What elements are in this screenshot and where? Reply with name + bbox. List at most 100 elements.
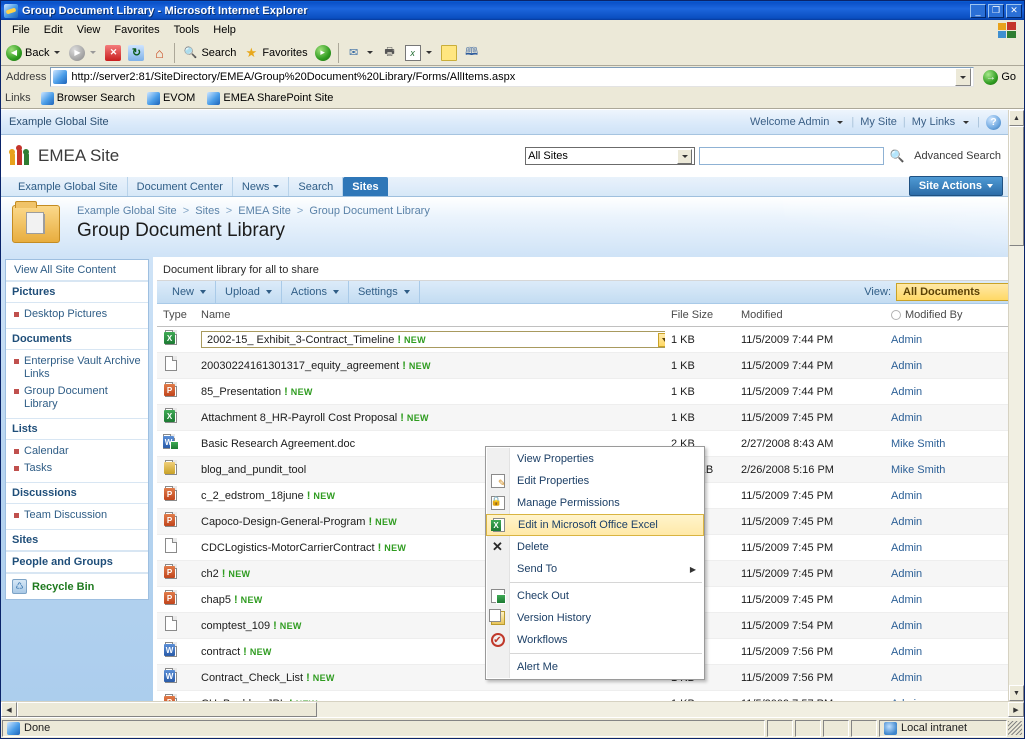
table-row[interactable]: P 85_Presentation! NEW 1 KB 11/5/2009 7:44 P… — [157, 378, 1008, 405]
user-link[interactable]: Admin — [891, 672, 922, 684]
welcome-caret-icon[interactable] — [837, 120, 844, 124]
cell-modified-by[interactable]: Admin — [885, 482, 1008, 509]
menu-item-send-to[interactable]: Send To ▶ — [486, 558, 704, 580]
column-header-file-size[interactable]: File Size — [665, 304, 735, 327]
breadcrumb-item[interactable]: Sites — [195, 205, 219, 217]
forward-history-caret-icon[interactable] — [90, 51, 97, 54]
cell-name[interactable]: 2002-15_ Exhibit_3-Contract_Timeline! NEW — [195, 326, 665, 353]
search-scope-select[interactable]: All Sites — [525, 147, 696, 165]
my-site-link[interactable]: My Site — [860, 116, 897, 128]
help-icon[interactable] — [986, 114, 1001, 130]
user-link[interactable]: Admin — [891, 334, 922, 346]
menu-item-edit-in-microsoft-office-excel[interactable]: X Edit in Microsoft Office Excel — [486, 514, 704, 536]
print-button[interactable] — [379, 42, 401, 64]
maximize-button[interactable]: ❐ — [988, 3, 1004, 18]
file-name-link[interactable]: ch2 — [201, 568, 219, 580]
user-link[interactable]: Admin — [891, 646, 922, 658]
cell-name[interactable]: Attachment 8_HR-Payroll Cost Proposal! NE… — [195, 404, 665, 431]
ql-heading-sites[interactable]: Sites — [6, 529, 148, 551]
chevron-down-icon[interactable] — [677, 148, 693, 164]
table-row[interactable]: 20030224161301317_equity_agreement! NEW 1 … — [157, 352, 1008, 379]
menu-favorites[interactable]: Favorites — [107, 22, 166, 38]
resize-grip[interactable] — [1008, 721, 1022, 735]
site-actions-button[interactable]: Site Actions — [908, 176, 1003, 196]
sidebar-item-team-discussion[interactable]: Team Discussion — [6, 507, 148, 524]
stop-button[interactable] — [102, 42, 124, 64]
cell-modified-by[interactable]: Admin — [885, 404, 1008, 431]
sidebar-item-desktop-pictures[interactable]: Desktop Pictures — [6, 306, 148, 323]
cell-modified-by[interactable]: Mike Smith — [885, 456, 1008, 483]
link-emea-sharepoint-site[interactable]: EMEA SharePoint Site — [203, 91, 337, 105]
cell-modified-by[interactable]: Admin — [885, 352, 1008, 379]
ql-heading-people-and-groups[interactable]: People and Groups — [6, 551, 148, 573]
cell-modified-by[interactable]: Admin — [885, 664, 1008, 691]
horizontal-scroll-track[interactable] — [17, 702, 1008, 717]
cell-modified-by[interactable]: Admin — [885, 508, 1008, 535]
refresh-button[interactable] — [125, 42, 147, 64]
breadcrumb-item[interactable]: Example Global Site — [77, 205, 177, 217]
cell-name[interactable]: 20030224161301317_equity_agreement! NEW — [195, 352, 665, 379]
sidebar-item-calendar[interactable]: Calendar — [6, 443, 148, 460]
forward-button[interactable] — [66, 42, 101, 64]
tab-example-global-site[interactable]: Example Global Site — [9, 177, 128, 196]
item-dropdown-button[interactable] — [658, 332, 665, 347]
notes-button[interactable] — [438, 42, 460, 64]
link-browser-search[interactable]: Browser Search — [37, 91, 139, 105]
cell-name[interactable]: CU_Boulder_JPL!NEW — [195, 690, 665, 702]
media-button[interactable] — [312, 42, 334, 64]
user-link[interactable]: Admin — [891, 620, 922, 632]
cell-modified-by[interactable]: Admin — [885, 690, 1008, 702]
user-link[interactable]: Admin — [891, 698, 922, 702]
horizontal-scroll-thumb[interactable] — [17, 702, 317, 717]
file-name-link[interactable]: CU_Boulder_JPL — [201, 698, 286, 702]
favorites-button[interactable]: Favorites — [240, 42, 310, 64]
column-header-modified-by[interactable]: Modified By — [885, 304, 1008, 327]
file-name-link[interactable]: contract — [201, 646, 240, 658]
sidebar-item-tasks[interactable]: Tasks — [6, 460, 148, 477]
file-name-link[interactable]: comptest_109 — [201, 620, 270, 632]
ql-heading-documents[interactable]: Documents — [6, 328, 148, 350]
site-title[interactable]: EMEA Site — [38, 146, 119, 166]
ql-heading-pictures[interactable]: Pictures — [6, 281, 148, 303]
file-name-link[interactable]: CDCLogistics-MotorCarrierContract — [201, 542, 375, 554]
welcome-menu[interactable]: Welcome Admin — [750, 116, 829, 128]
minimize-button[interactable]: _ — [970, 3, 986, 18]
user-link[interactable]: Admin — [891, 360, 922, 372]
ql-heading-discussions[interactable]: Discussions — [6, 482, 148, 504]
file-name-link[interactable]: Attachment 8_HR-Payroll Cost Proposal — [201, 412, 397, 424]
breadcrumb-item[interactable]: EMEA Site — [238, 205, 291, 217]
my-links-menu[interactable]: My Links — [912, 116, 955, 128]
user-link[interactable]: Mike Smith — [891, 464, 945, 476]
user-link[interactable]: Admin — [891, 490, 922, 502]
mail-caret-icon[interactable] — [366, 51, 373, 54]
mail-button[interactable] — [343, 42, 378, 64]
table-row[interactable]: X Attachment 8_HR-Payroll Cost Proposal! N… — [157, 404, 1008, 431]
file-name-link[interactable]: Capoco-Design-General-Program — [201, 516, 365, 528]
page-horizontal-scrollbar[interactable]: ◀ ▶ — [1, 701, 1024, 717]
tab-document-center[interactable]: Document Center — [128, 177, 233, 196]
menu-item-delete[interactable]: ✕ Delete — [486, 536, 704, 558]
search-input[interactable] — [699, 147, 885, 165]
file-name-link[interactable]: chap5 — [201, 594, 231, 606]
menu-file[interactable]: File — [5, 22, 37, 38]
menu-item-alert-me[interactable]: Alert Me — [486, 656, 704, 678]
view-all-site-content-link[interactable]: View All Site Content — [6, 260, 148, 281]
selected-item-box[interactable]: 2002-15_ Exhibit_3-Contract_Timeline! NEW — [201, 331, 665, 348]
ql-heading-lists[interactable]: Lists — [6, 418, 148, 440]
scroll-left-button[interactable]: ◀ — [1, 702, 17, 717]
user-link[interactable]: Admin — [891, 568, 922, 580]
cell-modified-by[interactable]: Admin — [885, 638, 1008, 665]
address-dropdown-button[interactable] — [955, 68, 972, 86]
edit-button[interactable] — [402, 42, 437, 64]
tab-sites[interactable]: Sites — [343, 177, 388, 196]
cell-modified-by[interactable]: Admin — [885, 612, 1008, 639]
my-links-caret-icon[interactable] — [963, 120, 970, 124]
user-link[interactable]: Admin — [891, 412, 922, 424]
user-link[interactable]: Mike Smith — [891, 438, 945, 450]
file-name-link[interactable]: 20030224161301317_equity_agreement — [201, 360, 399, 372]
address-input[interactable]: http://server2:81/SiteDirectory/EMEA/Gro… — [50, 67, 975, 87]
search-button[interactable]: Search — [179, 42, 239, 64]
home-button[interactable] — [148, 42, 170, 64]
edit-caret-icon[interactable] — [425, 51, 432, 54]
column-header-name[interactable]: Name — [195, 304, 665, 327]
